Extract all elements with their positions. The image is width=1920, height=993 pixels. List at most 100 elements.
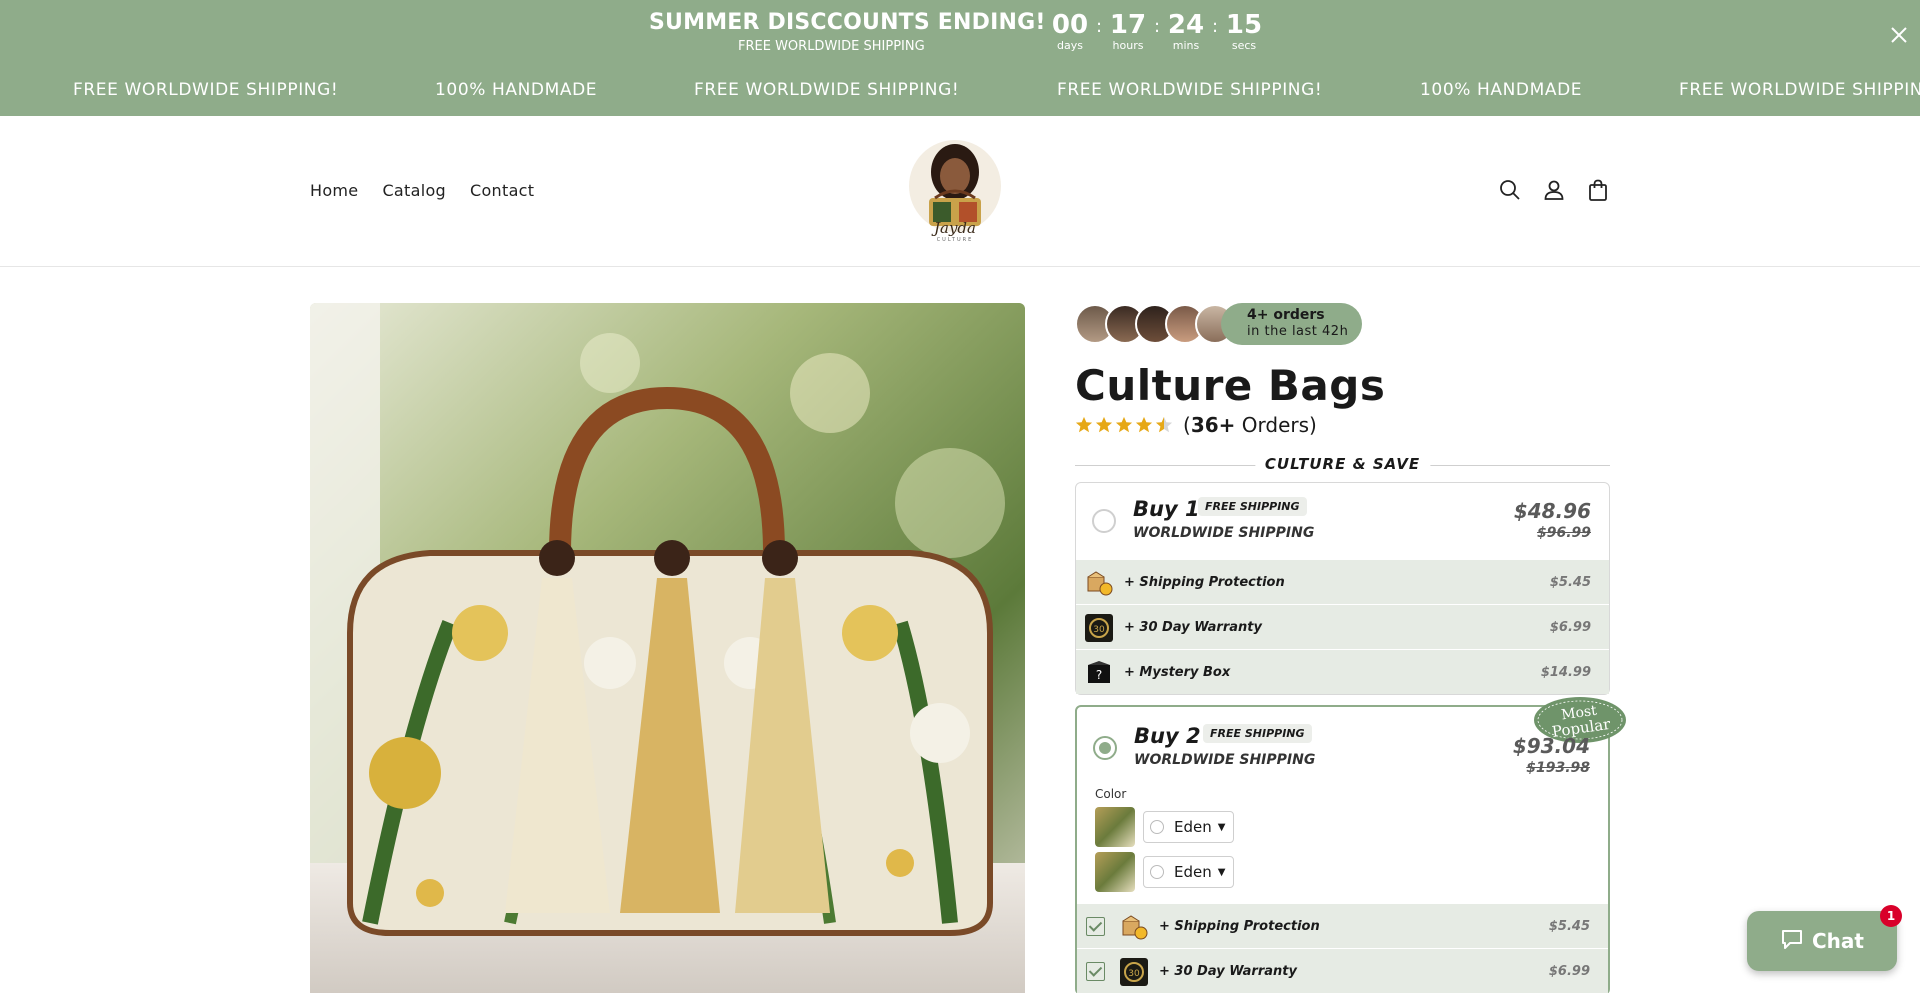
countdown-value: 17: [1109, 10, 1147, 40]
addon-label: + Shipping Protection: [1124, 574, 1285, 590]
rating-text: (36+ Orders): [1183, 413, 1317, 437]
announcement-bar: SUMMER DISCCOUNTS ENDING! FREE WORLDWIDE…: [0, 0, 1920, 116]
bundle-compare-price: $193.98: [1526, 760, 1590, 776]
bundle-price: $93.04: [1512, 734, 1590, 758]
chat-notification-badge: 1: [1880, 905, 1902, 927]
bundle-buy-1[interactable]: Buy 1 FREE SHIPPING WORLDWIDE SHIPPING $…: [1075, 482, 1610, 695]
variant-swatch: [1095, 852, 1135, 892]
countdown-separator: :: [1153, 16, 1161, 37]
countdown-label: days: [1057, 39, 1083, 52]
star-icon: [1095, 416, 1113, 433]
addon-label: + 30 Day Warranty: [1124, 619, 1262, 635]
addon-price: $5.45: [1548, 918, 1590, 934]
orders-word: Orders: [1241, 413, 1310, 437]
countdown-banner: SUMMER DISCCOUNTS ENDING! FREE WORLDWIDE…: [0, 6, 1920, 58]
color-select[interactable]: Eden ▼: [1143, 811, 1235, 843]
countdown-label: hours: [1112, 39, 1144, 52]
star-icon: [1155, 416, 1173, 433]
rating: (36+ Orders): [1075, 413, 1610, 437]
countdown-value: 24: [1167, 10, 1205, 40]
addon-price: $6.99: [1548, 963, 1590, 979]
logo-subtext: CULTURE: [937, 237, 974, 243]
star-icon: [1135, 416, 1153, 433]
free-shipping-badge: FREE SHIPPING: [1198, 497, 1307, 516]
countdown-label: mins: [1172, 39, 1200, 52]
bundle-header[interactable]: Buy 2 FREE SHIPPING WORLDWIDE SHIPPING $…: [1077, 707, 1608, 903]
select-value: Eden: [1174, 863, 1212, 881]
countdown-hours: 17 hours: [1110, 10, 1146, 52]
star-icon: [1075, 416, 1093, 433]
site-header: Home Catalog Contact Jayda CULTURE: [0, 116, 1920, 267]
nav-catalog[interactable]: Catalog: [382, 181, 446, 200]
logo-wordmark: Jayda: [931, 219, 976, 237]
section-title: CULTURE & SAVE: [1254, 455, 1431, 473]
marquee-item: 100% HANDMADE: [435, 80, 598, 100]
warranty-icon: 30: [1085, 614, 1113, 642]
chevron-down-icon: ▼: [1217, 866, 1226, 878]
countdown-label: secs: [1231, 39, 1257, 52]
nav-contact[interactable]: Contact: [470, 181, 534, 200]
countdown-timer: 00 days : 17 hours : 24 mins : 15 secs: [1052, 10, 1262, 52]
select-radio: [1150, 820, 1164, 834]
orders-pill-line1: 4+ orders: [1247, 307, 1325, 323]
variant-row: Eden ▼: [1095, 852, 1235, 892]
addon-checkbox[interactable]: [1086, 917, 1105, 936]
svg-text:30: 30: [1128, 969, 1140, 979]
bundle-buy-2[interactable]: Most Popular Buy 2 FREE SHIPPING WORLDWI…: [1075, 697, 1626, 993]
main-nav: Home Catalog Contact: [310, 181, 534, 200]
rating-stars: [1075, 416, 1173, 434]
warranty-icon: 30: [1120, 958, 1148, 986]
select-value: Eden: [1174, 818, 1212, 836]
product-image[interactable]: [310, 303, 1025, 993]
free-shipping-badge: FREE SHIPPING: [1203, 724, 1312, 743]
addon-shipping-protection[interactable]: + Shipping Protection $5.45: [1077, 903, 1608, 948]
addon-price: $14.99: [1540, 664, 1591, 680]
bundle-radio[interactable]: [1092, 509, 1116, 533]
addon-price: $5.45: [1549, 574, 1591, 590]
color-label: Color: [1095, 787, 1127, 801]
product-title: Culture Bags: [1075, 361, 1386, 410]
svg-text:30: 30: [1093, 625, 1105, 635]
chat-button[interactable]: Chat: [1747, 911, 1897, 971]
addon-shipping-protection[interactable]: + Shipping Protection $5.45: [1076, 559, 1609, 604]
bundle-radio[interactable]: [1093, 736, 1117, 760]
bundle-name: Buy 2: [1134, 724, 1201, 748]
addon-price: $6.99: [1549, 619, 1591, 635]
customer-avatars: [1075, 304, 1235, 344]
account-icon[interactable]: [1542, 178, 1566, 202]
star-icon: [1115, 416, 1133, 433]
addon-label: + Mystery Box: [1124, 664, 1231, 680]
close-icon[interactable]: [1887, 24, 1911, 48]
cart-icon[interactable]: [1586, 178, 1610, 202]
orders-count: 36+: [1190, 413, 1236, 437]
countdown-mins: 24 mins: [1168, 10, 1204, 52]
chevron-down-icon: ▼: [1217, 821, 1226, 833]
package-shield-icon: [1085, 569, 1113, 597]
mystery-box-icon: ?: [1085, 659, 1113, 687]
svg-text:?: ?: [1096, 668, 1102, 682]
countdown-separator: :: [1211, 16, 1219, 37]
store-logo[interactable]: Jayda CULTURE: [905, 136, 1005, 244]
section-divider: CULTURE & SAVE: [1075, 455, 1610, 475]
addon-mystery-box[interactable]: ? + Mystery Box $14.99: [1076, 649, 1609, 694]
search-icon[interactable]: [1498, 178, 1522, 202]
bundle-header[interactable]: Buy 1 FREE SHIPPING WORLDWIDE SHIPPING $…: [1076, 483, 1609, 559]
color-select[interactable]: Eden ▼: [1143, 856, 1235, 888]
package-shield-icon: [1120, 913, 1148, 941]
nav-home[interactable]: Home: [310, 181, 358, 200]
addon-label: + Shipping Protection: [1159, 918, 1320, 934]
countdown-value: 00: [1051, 10, 1089, 40]
variant-row: Eden ▼: [1095, 807, 1235, 847]
bundle-name: Buy 1: [1133, 497, 1200, 521]
variant-swatch: [1095, 807, 1135, 847]
header-actions: [1498, 178, 1610, 202]
promo-title: SUMMER DISCCOUNTS ENDING!: [649, 10, 1046, 35]
addon-checkbox[interactable]: [1086, 962, 1105, 981]
countdown-separator: :: [1095, 16, 1103, 37]
bundle-price: $48.96: [1513, 499, 1591, 523]
orders-pill: 4+ orders in the last 42h: [1221, 303, 1363, 345]
addon-warranty[interactable]: 30 + 30 Day Warranty $6.99: [1076, 604, 1609, 649]
bundle-shipping: WORLDWIDE SHIPPING: [1134, 752, 1316, 768]
countdown-value: 15: [1225, 10, 1263, 40]
addon-warranty[interactable]: 30 + 30 Day Warranty $6.99: [1077, 948, 1608, 993]
